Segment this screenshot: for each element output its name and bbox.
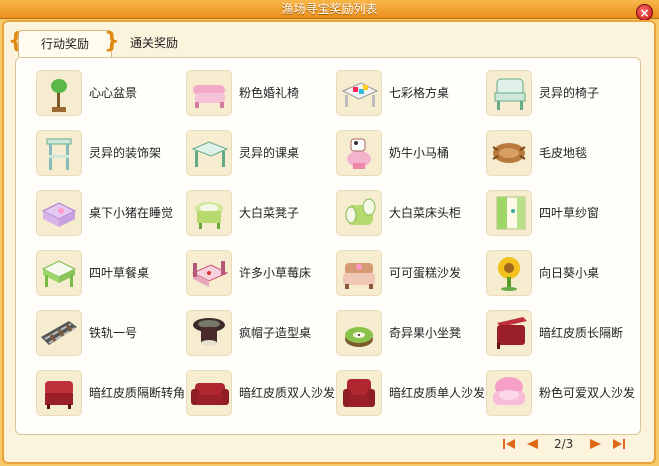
kiwi-stool-icon xyxy=(336,310,382,356)
reward-item[interactable]: 桌下小猪在睡觉 xyxy=(36,190,186,238)
page-indicator: 2/3 xyxy=(554,437,574,451)
next-page-icon xyxy=(590,439,601,449)
reward-item-label: 四叶草餐桌 xyxy=(89,266,150,280)
reward-item[interactable]: 大白菜凳子 xyxy=(186,190,336,238)
strawberry-bed-icon xyxy=(186,250,232,296)
reward-item[interactable]: 铁轨一号 xyxy=(36,310,186,358)
reward-item[interactable]: 暗红皮质双人沙发 xyxy=(186,370,336,418)
reward-item[interactable]: 大白菜床头柜 xyxy=(336,190,486,238)
red-leather-armchair-icon xyxy=(336,370,382,416)
prev-page-button[interactable] xyxy=(524,437,540,451)
reward-item[interactable]: 疯帽子造型桌 xyxy=(186,310,336,358)
reward-list-panel: 心心盆景 粉色婚礼椅 七彩格方桌 灵异的椅子灵异的装饰架 灵异的课桌 奶牛小马桶 毛皮地毯桌… xyxy=(15,57,641,435)
reward-item[interactable]: 向日葵小桌 xyxy=(486,250,636,298)
pink-loveseat-icon xyxy=(486,370,532,416)
spooky-shelf-icon xyxy=(36,130,82,176)
reward-item[interactable]: 四叶草纱窗 xyxy=(486,190,636,238)
cow-toilet-icon xyxy=(336,130,382,176)
railway-track-icon xyxy=(36,310,82,356)
last-page-icon xyxy=(613,439,625,449)
cocoa-cake-sofa-icon xyxy=(336,250,382,296)
reward-item-label: 奶牛小马桶 xyxy=(389,146,450,160)
rainbow-square-table-icon xyxy=(336,70,382,116)
reward-item[interactable]: 灵异的椅子 xyxy=(486,70,636,118)
reward-item[interactable]: 毛皮地毯 xyxy=(486,130,636,178)
title-bar: 渔场寻宝奖励列表 xyxy=(0,0,659,19)
reward-item[interactable]: 灵异的课桌 xyxy=(186,130,336,178)
cabbage-nightstand-icon xyxy=(336,190,382,236)
reward-item-label: 奇异果小坐凳 xyxy=(389,326,462,340)
last-page-button[interactable] xyxy=(610,437,626,451)
reward-item-label: 桌下小猪在睡觉 xyxy=(89,206,174,220)
window-title: 渔场寻宝奖励列表 xyxy=(281,2,378,16)
reward-item-label: 暗红皮质长隔断 xyxy=(539,326,624,340)
cabbage-stool-icon xyxy=(186,190,232,236)
red-leather-long-partition-icon xyxy=(486,310,532,356)
reward-item[interactable]: 心心盆景 xyxy=(36,70,186,118)
reward-window: { 行动奖励 } 通关奖励 心心盆景 粉色婚礼椅 七彩格方桌 灵异的椅子 灵异的装饰架灵… xyxy=(2,20,656,464)
reward-item[interactable]: 四叶草餐桌 xyxy=(36,250,186,298)
reward-item[interactable]: 暗红皮质隔断转角 xyxy=(36,370,186,418)
reward-item-label: 毛皮地毯 xyxy=(539,146,588,160)
reward-item-label: 四叶草纱窗 xyxy=(539,206,600,220)
reward-item-label: 可可蛋糕沙发 xyxy=(389,266,462,280)
reward-item-label: 暗红皮质隔断转角 xyxy=(89,386,186,400)
reward-item-label: 暗红皮质单人沙发 xyxy=(389,386,486,400)
reward-item[interactable]: 可可蛋糕沙发 xyxy=(336,250,486,298)
close-icon: × xyxy=(639,6,650,20)
fur-rug-icon xyxy=(486,130,532,176)
reward-item-label: 向日葵小桌 xyxy=(539,266,600,280)
tab-action-rewards[interactable]: 行动奖励 xyxy=(18,30,112,57)
clover-dining-table-icon xyxy=(36,250,82,296)
reward-item-label: 灵异的装饰架 xyxy=(89,146,162,160)
reward-item[interactable]: 许多小草莓床 xyxy=(186,250,336,298)
reward-item-label: 大白菜床头柜 xyxy=(389,206,462,220)
sunflower-table-icon xyxy=(486,250,532,296)
reward-item-label: 心心盆景 xyxy=(89,86,138,100)
close-button[interactable]: × xyxy=(636,4,653,21)
next-page-button[interactable] xyxy=(588,437,604,451)
reward-item-label: 粉色婚礼椅 xyxy=(239,86,300,100)
pagination: 2/3 xyxy=(502,434,642,454)
red-leather-loveseat-icon xyxy=(186,370,232,416)
mad-hat-table-icon xyxy=(186,310,232,356)
clover-curtain-icon xyxy=(486,190,532,236)
spooky-chair-icon xyxy=(486,70,532,116)
reward-item-label: 灵异的椅子 xyxy=(539,86,600,100)
reward-item[interactable]: 奶牛小马桶 xyxy=(336,130,486,178)
reward-item[interactable]: 灵异的装饰架 xyxy=(36,130,186,178)
reward-item[interactable]: 粉色婚礼椅 xyxy=(186,70,336,118)
pink-wedding-chair-icon xyxy=(186,70,232,116)
reward-item[interactable]: 暗红皮质单人沙发 xyxy=(336,370,486,418)
first-page-icon xyxy=(503,439,515,449)
spooky-desk-icon xyxy=(186,130,232,176)
heart-plant-icon xyxy=(36,70,82,116)
reward-item[interactable]: 七彩格方桌 xyxy=(336,70,486,118)
reward-item-label: 粉色可爱双人沙发 xyxy=(539,386,636,400)
reward-item-label: 灵异的课桌 xyxy=(239,146,300,160)
prev-page-icon xyxy=(527,439,538,449)
reward-item-label: 许多小草莓床 xyxy=(239,266,312,280)
reward-item-label: 大白菜凳子 xyxy=(239,206,300,220)
first-page-button[interactable] xyxy=(502,437,518,451)
reward-item-label: 七彩格方桌 xyxy=(389,86,450,100)
reward-item[interactable]: 奇异果小坐凳 xyxy=(336,310,486,358)
sleeping-pig-table-icon xyxy=(36,190,82,236)
reward-item-label: 暗红皮质双人沙发 xyxy=(239,386,336,400)
reward-item-label: 铁轨一号 xyxy=(89,326,138,340)
reward-item[interactable]: 粉色可爱双人沙发 xyxy=(486,370,636,418)
reward-item[interactable]: 暗红皮质长隔断 xyxy=(486,310,636,358)
tab-clear-rewards[interactable]: 通关奖励 xyxy=(118,30,190,56)
red-leather-corner-partition-icon xyxy=(36,370,82,416)
reward-item-label: 疯帽子造型桌 xyxy=(239,326,312,340)
